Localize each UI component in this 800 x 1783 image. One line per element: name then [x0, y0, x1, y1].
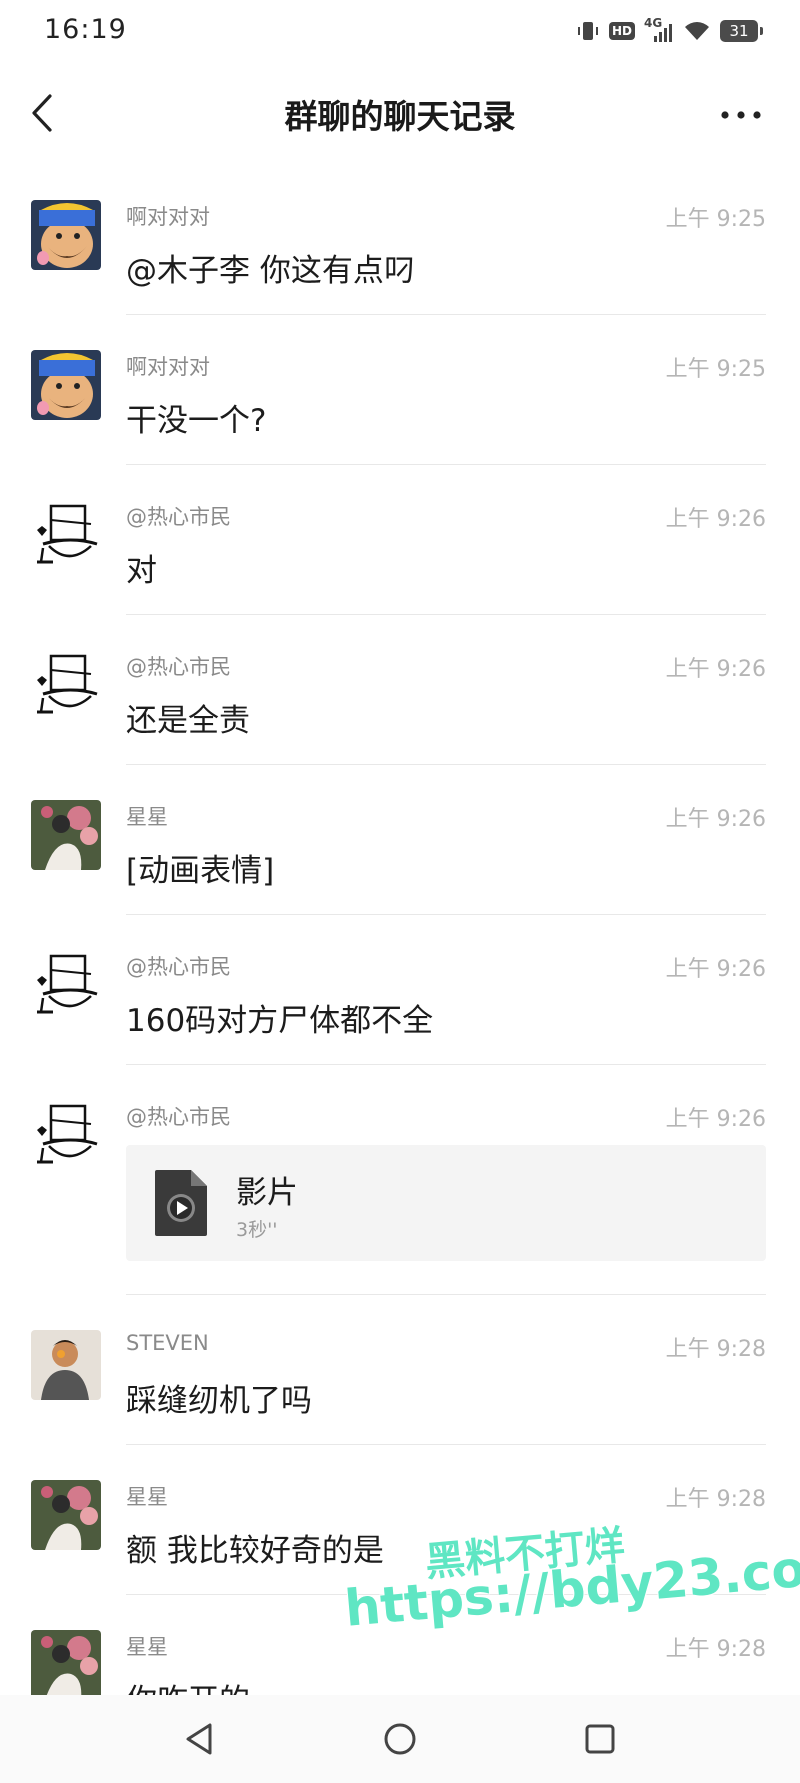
message-item[interactable]: @热心市民 上午 9:26 160码对方尸体都不全: [0, 915, 800, 1065]
cartoon-chef-avatar[interactable]: [31, 200, 101, 270]
message-item[interactable]: @热心市民 上午 9:26 对: [0, 465, 800, 615]
message-text: [动画表情]: [126, 853, 275, 889]
message-time: 上午 9:26: [665, 657, 766, 682]
message-text: 踩缝纫机了吗: [126, 1383, 312, 1419]
sender-name: 啊对对对: [126, 205, 210, 229]
circle-home-icon: [384, 1723, 416, 1755]
message-time: 上午 9:28: [665, 1337, 766, 1362]
video-file-icon: [155, 1170, 207, 1236]
status-time: 16:19: [44, 14, 127, 45]
message-text: 对: [126, 553, 157, 589]
message-item[interactable]: 啊对对对 上午 9:25 干没一个?: [0, 315, 800, 465]
nav-recents-button[interactable]: [578, 1717, 622, 1761]
message-text: 你咋开的: [126, 1675, 250, 1695]
sender-name: 星星: [126, 1635, 168, 1659]
message-time: 上午 9:28: [665, 1487, 766, 1512]
message-text: 还是全责: [126, 703, 250, 739]
photo-flowers-avatar[interactable]: [31, 1630, 101, 1695]
sender-name: 星星: [126, 1485, 168, 1509]
photo-flowers-avatar[interactable]: [31, 800, 101, 870]
message-time: 上午 9:25: [665, 357, 766, 382]
battery-level: 31: [729, 22, 749, 40]
doodle-hat-avatar[interactable]: [31, 650, 101, 720]
message-time: 上午 9:28: [665, 1637, 766, 1662]
hd-icon: HD: [608, 22, 635, 40]
message-time: 上午 9:26: [665, 957, 766, 982]
more-horizontal-icon: [721, 111, 761, 119]
triangle-back-icon: [186, 1723, 212, 1755]
doodle-hat-avatar[interactable]: [31, 950, 101, 1020]
video-duration: 3秒'': [236, 1219, 278, 1241]
sender-name: @热心市民: [126, 1105, 231, 1129]
page-title: 群聊的聊天记录: [284, 97, 516, 136]
message-text: 160码对方尸体都不全: [126, 1003, 434, 1039]
photo-person-avatar[interactable]: [31, 1330, 101, 1400]
system-nav-bar: [0, 1695, 800, 1783]
message-item[interactable]: 啊对对对 上午 9:25 @木子李 你这有点叼: [0, 165, 800, 315]
message-item[interactable]: @热心市民 上午 9:26 影片 3秒'': [0, 1065, 800, 1295]
sender-name: @热心市民: [126, 505, 231, 529]
cartoon-chef-avatar[interactable]: [31, 350, 101, 420]
message-item[interactable]: 星星 上午 9:28 你咋开的: [0, 1595, 800, 1695]
message-time: 上午 9:26: [665, 1107, 766, 1132]
doodle-hat-avatar[interactable]: [31, 1100, 101, 1170]
title-bar: 群聊的聊天记录: [0, 60, 800, 165]
message-time: 上午 9:26: [665, 507, 766, 532]
wifi-icon: [685, 22, 709, 40]
vibrate-icon: [577, 22, 598, 40]
nav-home-button[interactable]: [378, 1717, 422, 1761]
status-icons: HD 4G 31: [576, 16, 763, 46]
sender-name: @热心市民: [126, 655, 231, 679]
message-item[interactable]: STEVEN 上午 9:28 踩缝纫机了吗: [0, 1295, 800, 1445]
message-text: 额 我比较好奇的是: [126, 1533, 384, 1569]
photo-flowers-avatar[interactable]: [31, 1480, 101, 1550]
status-bar: 16:19 HD 4G 31: [0, 0, 800, 60]
sender-name: 星星: [126, 805, 168, 829]
message-time: 上午 9:25: [665, 207, 766, 232]
battery-icon: 31: [720, 20, 763, 42]
square-recents-icon: [585, 1724, 615, 1754]
video-title: 影片: [236, 1175, 298, 1211]
message-time: 上午 9:26: [665, 807, 766, 832]
message-item[interactable]: 星星 上午 9:26 [动画表情]: [0, 765, 800, 915]
sender-name: @热心市民: [126, 955, 231, 979]
sender-name: STEVEN: [126, 1331, 209, 1355]
more-button[interactable]: [716, 100, 766, 130]
video-message-card[interactable]: 影片 3秒'': [126, 1145, 766, 1261]
sender-name: 啊对对对: [126, 355, 210, 379]
message-text: @木子李 你这有点叼: [126, 253, 415, 289]
message-text: 干没一个?: [126, 403, 267, 439]
nav-back-button[interactable]: [178, 1717, 222, 1761]
doodle-hat-avatar[interactable]: [31, 500, 101, 570]
signal-icon: 4G: [644, 16, 674, 44]
message-list[interactable]: 啊对对对 上午 9:25 @木子李 你这有点叼 啊对对对 上午 9:25 干没一…: [0, 165, 800, 1695]
message-item[interactable]: @热心市民 上午 9:26 还是全责: [0, 615, 800, 765]
message-item[interactable]: 星星 上午 9:28 额 我比较好奇的是: [0, 1445, 800, 1595]
